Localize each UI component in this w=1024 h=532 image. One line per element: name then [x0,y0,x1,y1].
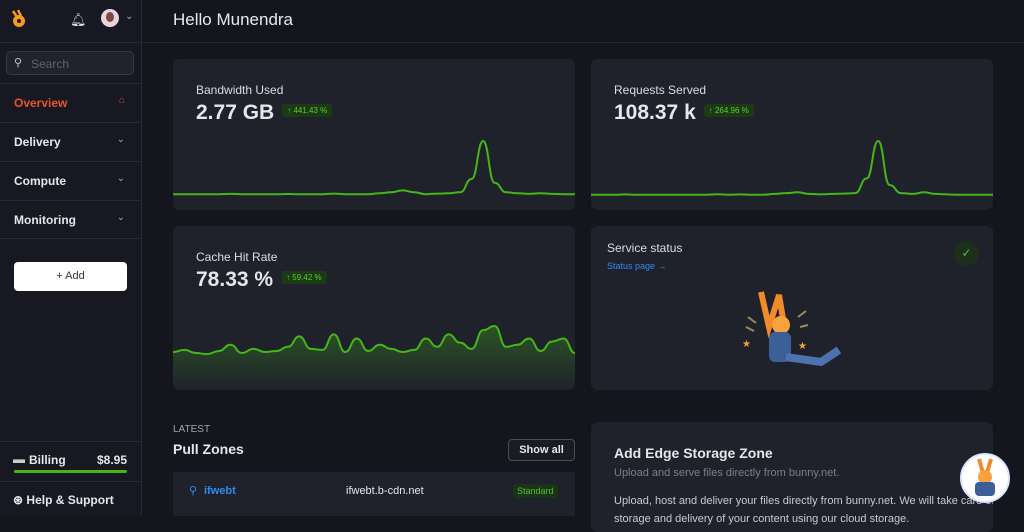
chevron-down-icon: ⌄ [116,212,125,223]
billing-amount: $8.95 [96,453,127,467]
billing-bar [14,470,127,473]
requests-card: Requests Served 108.37 k ↑ 264.96 % [591,59,993,210]
billing-link[interactable]: ▬ Billing $8.95 [0,441,141,481]
location-pin-icon: ⚲ [189,485,198,497]
section-eyebrow: LATEST [173,424,211,435]
pull-zone-name[interactable]: ifwebt [204,485,236,497]
pull-zone-hostname: ifwebt.b-cdn.net [346,485,424,497]
sidebar-item-overview[interactable]: Overview ⌂ [0,83,141,122]
card-title: Bandwidth Used [196,83,284,97]
chevron-down-icon: ⌄ [116,134,125,145]
show-all-button[interactable]: Show all [508,439,575,461]
sidebar-item-label: Delivery [14,135,61,149]
chevron-down-icon: ⌄ [116,173,125,184]
card-value: 78.33 % ↑ 59.42 % [196,268,327,292]
sparkline-line [591,139,993,196]
pull-zones-title: Pull Zones [173,441,244,457]
requests-sparkline [591,139,993,196]
change-badge: ↑ 59.42 % [281,270,327,284]
service-status-card: Service status Status page → ✓ ★ ★ [591,226,993,390]
bunny-logo-icon[interactable] [9,9,29,29]
sidebar-item-label: Compute [14,174,66,188]
card-value: 2.77 GB ↑ 441.43 % [196,101,333,125]
credit-card-icon: ▬ [13,452,25,466]
header: Hello Munendra [143,0,1024,43]
help-support-link[interactable]: ⊛ Help & Support [0,481,141,516]
table-row[interactable]: ⚲ ifwebt ifwebt.b-cdn.net Standard [173,472,575,516]
card-subtitle: Upload and serve files directly from bun… [614,467,840,479]
help-label: Help & Support [26,493,114,507]
bunny-mascot-icon [975,458,995,496]
card-title: Requests Served [614,83,707,97]
stat-value: 2.77 GB [196,101,275,124]
billing-label: Billing [29,453,66,467]
svg-text:★: ★ [742,339,751,350]
avatar[interactable] [101,9,119,27]
lifebuoy-icon: ⊛ [13,493,24,507]
add-button[interactable]: + Add [14,262,127,291]
stat-value: 78.33 % [196,268,274,291]
card-value: 108.37 k ↑ 264.96 % [614,101,754,125]
card-title: Add Edge Storage Zone [614,445,773,461]
bunny-mascot-illustration: ★ ★ [742,291,842,367]
page-title: Hello Munendra [173,10,294,29]
sidebar-item-label: Monitoring [14,213,76,227]
search-placeholder: Search [31,57,70,71]
search-icon: ⚲ [14,57,23,69]
notifications-bell-icon[interactable]: 🔔︎ [70,12,87,28]
check-icon: ✓ [954,241,979,266]
sparkline-area [173,326,575,390]
home-icon: ⌂ [118,95,125,106]
cache-hit-sparkline [173,324,575,390]
change-badge: ↑ 441.43 % [282,103,333,117]
card-title: Cache Hit Rate [196,250,278,264]
tier-badge: Standard [513,484,558,498]
cache-hit-card: Cache Hit Rate 78.33 % ↑ 59.42 % [173,226,575,390]
sidebar-item-delivery[interactable]: Delivery ⌄ [0,122,141,161]
sidebar-item-monitoring[interactable]: Monitoring ⌄ [0,200,141,239]
card-title: Service status [607,241,683,255]
sidebar: 🔔︎ ⌄ ⚲ Search Overview ⌂ Delivery ⌄ Compute… [0,0,142,516]
chevron-down-icon[interactable]: ⌄ [125,11,133,22]
status-page-link[interactable]: Status page → [607,261,667,271]
sparkline-line [173,139,575,196]
change-badge: ↑ 264.96 % [703,103,754,117]
card-body: Upload, host and deliver your files dire… [614,495,993,525]
bandwidth-card: Bandwidth Used 2.77 GB ↑ 441.43 % [173,59,575,210]
sidebar-item-label: Overview [14,96,68,110]
sidebar-topbar: 🔔︎ ⌄ [0,0,141,43]
search-input[interactable]: ⚲ Search [6,51,134,75]
bandwidth-sparkline [173,139,575,196]
support-chat-button[interactable] [960,453,1010,503]
sidebar-item-compute[interactable]: Compute ⌄ [0,161,141,200]
stat-value: 108.37 k [614,101,696,124]
svg-text:★: ★ [798,341,807,352]
